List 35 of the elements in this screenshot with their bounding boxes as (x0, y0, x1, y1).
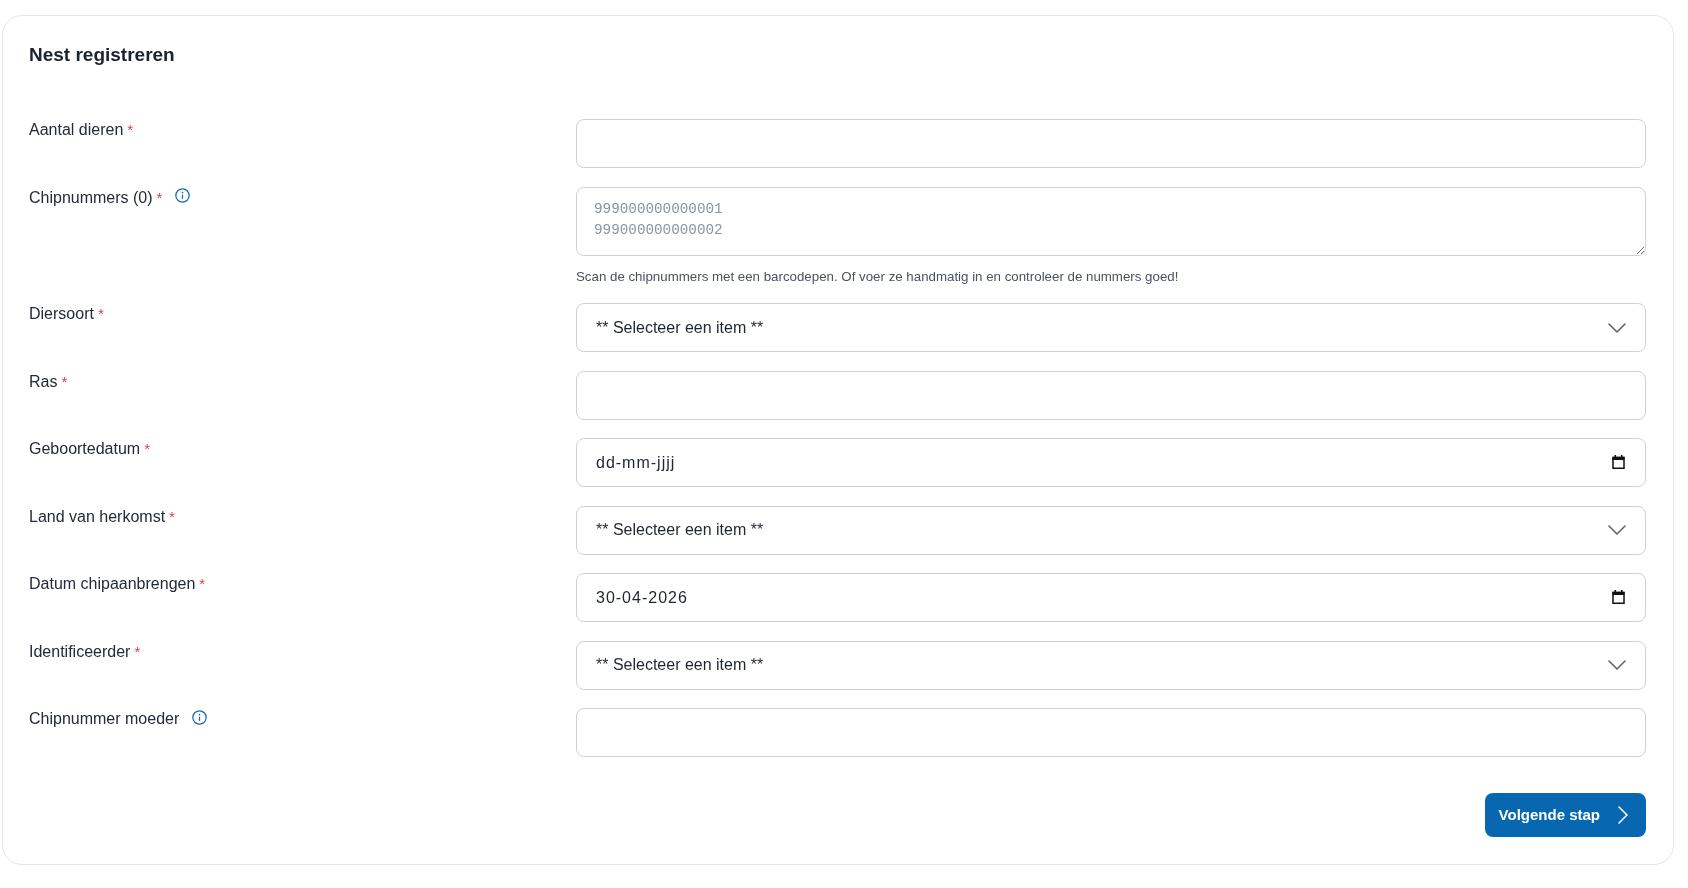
chevron-down-icon (1607, 660, 1626, 670)
field-label: Land van herkomst (29, 507, 166, 526)
text-input[interactable] (576, 370, 1646, 420)
required-asterisk: * (134, 642, 141, 661)
field-label: Diersoort (29, 305, 94, 323)
dropdown-field[interactable]: ** Selecteer een item ** (576, 303, 1646, 352)
required-asterisk: * (144, 440, 151, 458)
field-label: Chipnummer moeder (29, 710, 180, 728)
textarea-field[interactable]: 999000000000001 999000000000002 (576, 186, 1646, 256)
next-step-button[interactable]: Volgende stap (1484, 793, 1646, 837)
required-asterisk: * (97, 305, 104, 323)
calendar-icon (1611, 590, 1625, 604)
dropdown-field[interactable]: ** Selecteer een item ** (576, 505, 1646, 555)
field-label: Ras (29, 372, 58, 391)
required-asterisk: * (127, 121, 134, 139)
field-label: Geboortedatum (29, 440, 141, 458)
field-label: Datum chipaanbrengen (29, 575, 196, 593)
field-label: Identificeerder (29, 642, 131, 661)
chevron-down-icon (1607, 322, 1626, 333)
required-asterisk: * (61, 372, 68, 391)
field-label: Aantal dieren (29, 121, 124, 139)
date-input[interactable]: 30-04-2026 (576, 573, 1646, 622)
chevron-right-icon (1618, 806, 1628, 824)
text-input[interactable] (576, 119, 1646, 168)
required-asterisk: * (156, 188, 163, 207)
chevron-down-icon (1607, 525, 1626, 535)
field-label: Chipnummers (0) (29, 188, 153, 207)
calendar-icon (1611, 455, 1625, 469)
form-title: Nest registreren (29, 43, 176, 67)
help-text: Scan de chipnummers met een barcodepen. Of voer ze handmatig in en controleer de nummers goed! (576, 268, 1180, 285)
required-asterisk: * (169, 507, 175, 526)
required-asterisk: * (199, 575, 206, 593)
text-input[interactable] (576, 708, 1646, 757)
dropdown-field[interactable]: ** Selecteer een item ** (576, 640, 1646, 690)
date-input[interactable]: dd-mm-jjjj (576, 438, 1646, 487)
